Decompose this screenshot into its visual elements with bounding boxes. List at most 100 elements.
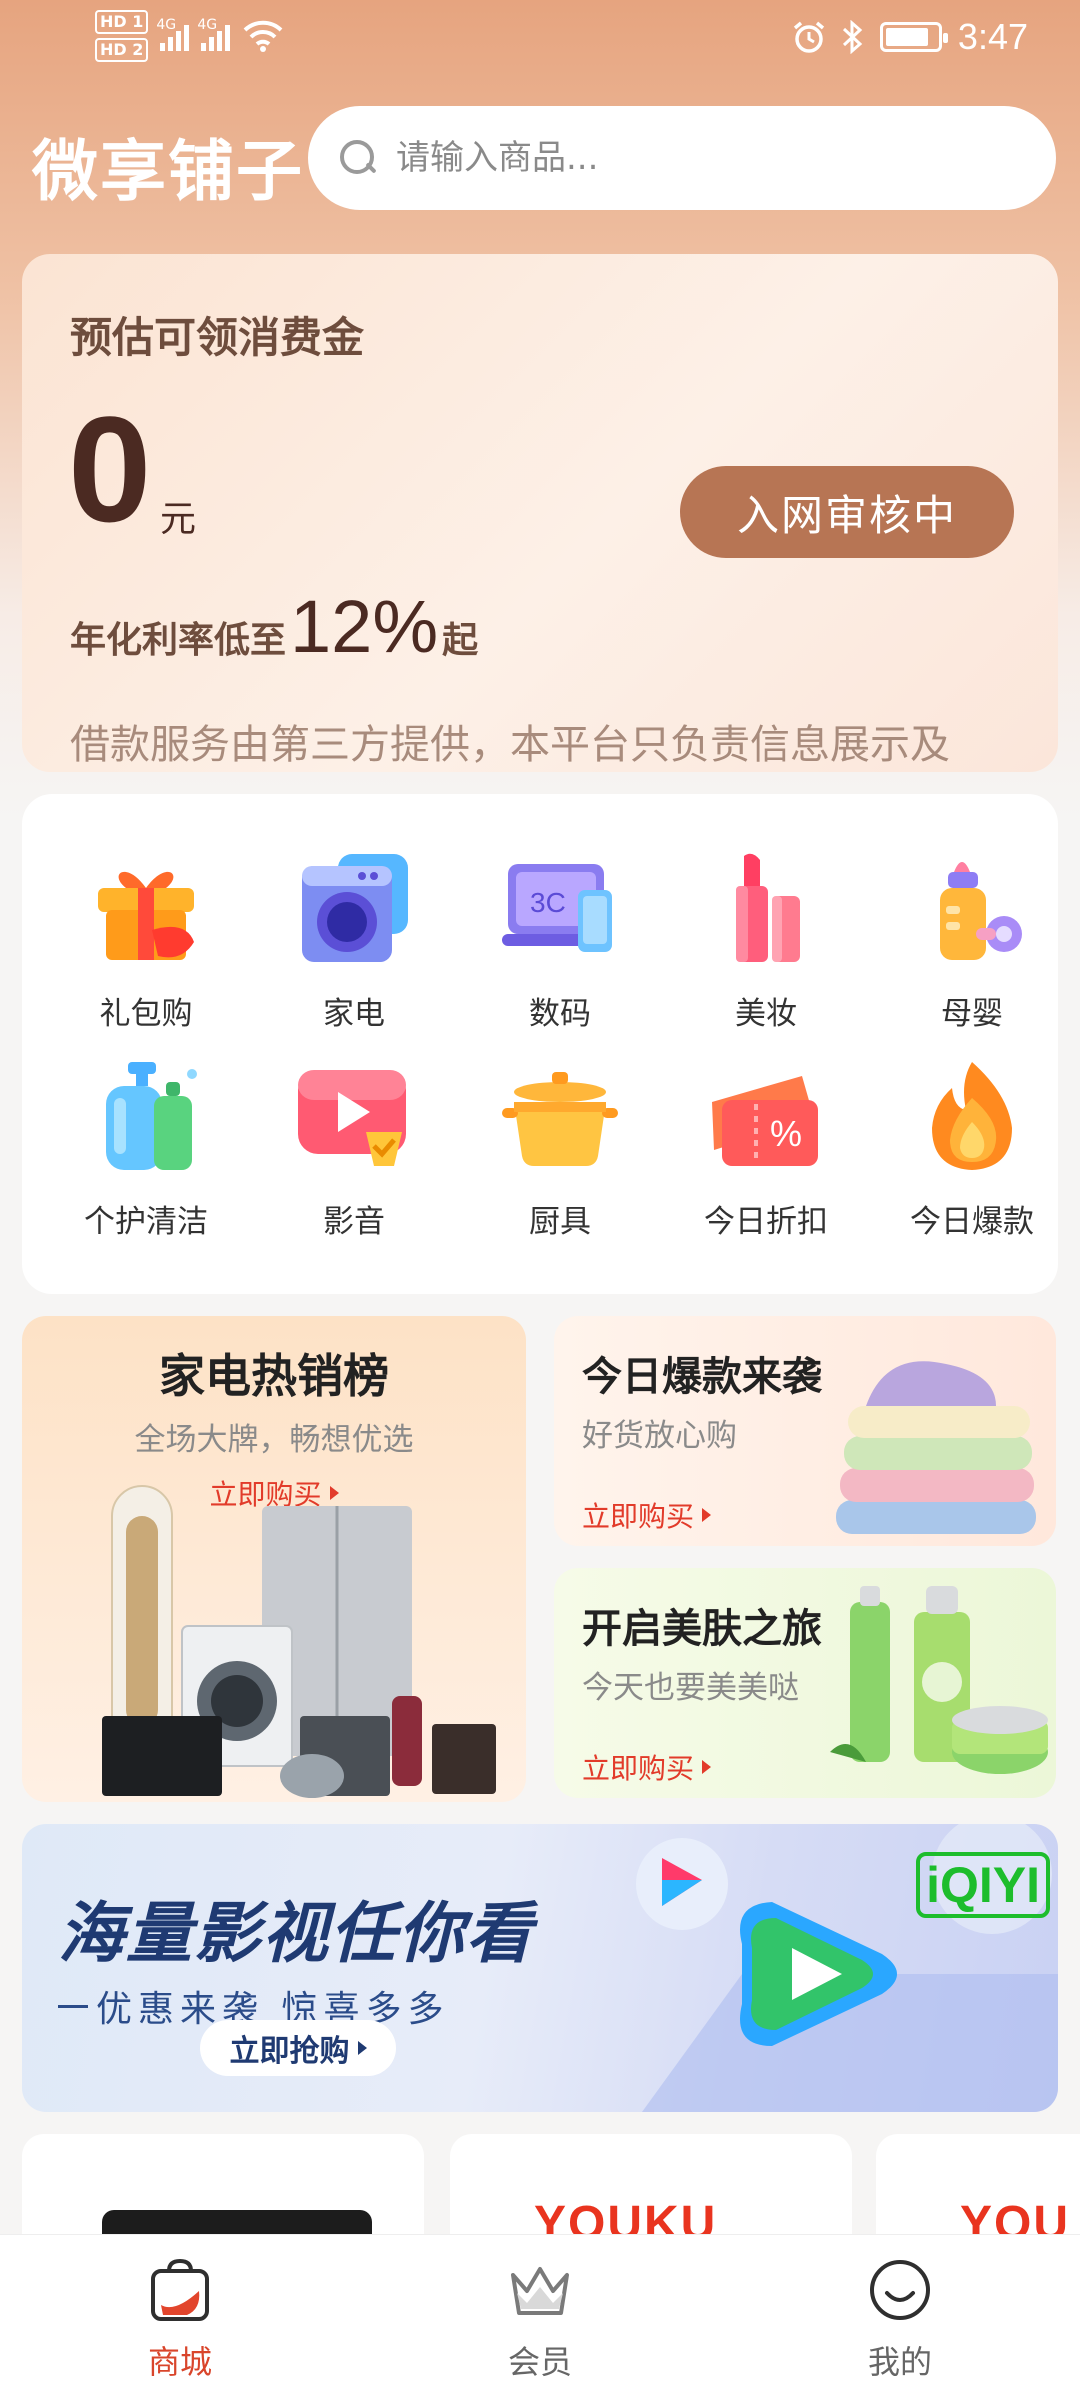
status-bar: HD 1 HD 2 4G 4G 3:47 — [0, 0, 1080, 80]
category-hot[interactable]: 今日爆款 — [872, 1058, 1072, 1258]
baby-bottle-icon — [940, 862, 1022, 960]
rate-prefix: 年化利率低至 — [70, 620, 287, 661]
category-media[interactable]: 影音 — [254, 1058, 454, 1258]
gift-icon — [98, 871, 194, 960]
category-label: 厨具 — [529, 1204, 591, 1240]
brand-row: YOUKU YOU — [0, 2134, 1080, 2274]
sim-indicators: HD 1 HD 2 — [95, 10, 149, 62]
wifi-icon — [243, 20, 283, 52]
smile-face-icon — [870, 2260, 930, 2320]
washing-machine-icon — [302, 854, 408, 962]
promo-subtitle: 今天也要美美哒 — [582, 1670, 799, 1706]
sim2-badge: HD 2 — [95, 38, 149, 62]
cta-label: 立即购买 — [582, 1500, 695, 1533]
cleaning-bottle-icon — [106, 1062, 197, 1170]
towels-image — [836, 1361, 1036, 1534]
promo-hot-text: 今日爆款来袭 好货放心购 立即购买 — [582, 1344, 822, 1535]
status-left: HD 1 HD 2 4G 4G — [95, 10, 284, 62]
video-membership-banner[interactable]: 海量影视任你看 优惠来袭 惊喜多多 立即抢购 iQIYI — [22, 1824, 1058, 2112]
category-grid: 礼包购 家电 3C 数码 美妆 母婴 个护清洁 影音 厨具 % 今日折扣 今日爆… — [22, 794, 1058, 1294]
skincare-image — [830, 1586, 1048, 1774]
credit-unit: 元 — [160, 499, 197, 540]
video-banner-title: 海量影视任你看 — [58, 1895, 534, 1972]
video-play-icon — [298, 1070, 406, 1166]
rate-value: 12% — [290, 585, 439, 668]
arrow-right-icon — [702, 1760, 712, 1774]
buy-now-link[interactable]: 立即购买 — [582, 1495, 822, 1535]
arrow-right-icon — [702, 1508, 712, 1522]
signal-icon-2: 4G — [197, 17, 231, 51]
promo-subtitle: 全场大牌，畅想优选 — [134, 1422, 414, 1458]
tab-label: 会员 — [507, 2343, 572, 2381]
category-digital[interactable]: 3C 数码 — [460, 850, 660, 1050]
category-label: 母婴 — [941, 996, 1003, 1032]
flame-icon — [932, 1062, 1012, 1170]
svg-text:%: % — [770, 1113, 802, 1154]
promo-skincare[interactable]: 开启美肤之旅 今天也要美美哒 立即购买 — [554, 1568, 1056, 1798]
credit-amount: 0 — [68, 385, 152, 553]
credit-card[interactable]: 预估可领消费金 0 元 入网审核中 年化利率低至 12% 起 借款服务由第三方提… — [22, 254, 1058, 772]
svg-text:3C: 3C — [530, 887, 566, 918]
cta-label: 立即购买 — [582, 1752, 695, 1785]
category-kitchen[interactable]: 厨具 — [460, 1058, 660, 1258]
tab-shop[interactable]: 商城 — [80, 2257, 280, 2383]
discount-ticket-icon: % — [712, 1076, 818, 1166]
battery-icon — [879, 22, 948, 52]
search-icon — [338, 138, 378, 178]
tab-label: 商城 — [147, 2343, 212, 2381]
alarm-icon — [793, 21, 825, 53]
tab-label: 我的 — [867, 2343, 932, 2381]
search-input[interactable] — [396, 138, 996, 178]
category-label: 影音 — [323, 1204, 385, 1240]
category-label: 今日折扣 — [704, 1204, 828, 1240]
category-label: 今日爆款 — [910, 1204, 1034, 1240]
cta-label: 立即抢购 — [229, 2034, 350, 2069]
credit-title: 预估可领消费金 — [70, 313, 365, 362]
clock: 3:47 — [957, 16, 1028, 57]
promo-title: 开启美肤之旅 — [582, 1606, 822, 1652]
arrow-right-icon — [357, 2041, 367, 2055]
laptop-3c-icon: 3C — [502, 864, 612, 952]
category-personal-care[interactable]: 个护清洁 — [46, 1058, 246, 1258]
category-gift[interactable]: 礼包购 — [46, 850, 246, 1050]
category-label: 美妆 — [735, 996, 797, 1032]
promo-title: 家电热销榜 — [159, 1349, 389, 1403]
battery-fill — [885, 28, 929, 46]
iqiyi-logo: iQIYI — [916, 1852, 1050, 1918]
category-label: 家电 — [323, 996, 385, 1032]
arrow-right-line-icon — [58, 2004, 88, 2008]
review-status-button[interactable]: 入网审核中 — [680, 466, 1014, 558]
search-bar[interactable] — [308, 106, 1056, 210]
rate-suffix: 起 — [442, 620, 479, 661]
category-label: 礼包购 — [99, 996, 193, 1032]
shop-bag-icon — [151, 2258, 209, 2321]
crown-icon — [511, 2267, 569, 2315]
signal-icon: 4G — [156, 17, 190, 51]
interest-rate: 年化利率低至 12% 起 — [70, 584, 478, 669]
network-type-2: 4G — [197, 17, 218, 33]
appliances-image — [102, 1485, 496, 1798]
promo-title: 今日爆款来袭 — [582, 1354, 822, 1400]
promo-hot-items[interactable]: 今日爆款来袭 好货放心购 立即购买 — [554, 1316, 1056, 1546]
status-right: 3:47 — [792, 16, 1028, 58]
app-brand-title: 微享铺子 — [32, 132, 304, 210]
network-type-1: 4G — [156, 17, 177, 33]
bottom-tab-bar: 商城 会员 我的 — [0, 2234, 1080, 2400]
promo-subtitle: 好货放心购 — [582, 1418, 737, 1454]
promo-appliance-ranking[interactable]: 家电热销榜 全场大牌，畅想优选 立即购买 — [22, 1316, 526, 1802]
bluetooth-icon — [842, 20, 863, 54]
category-baby[interactable]: 母婴 — [872, 850, 1072, 1050]
category-appliance[interactable]: 家电 — [254, 850, 454, 1050]
sim1-badge: HD 1 — [95, 10, 149, 34]
category-label: 个护清洁 — [84, 1204, 208, 1240]
category-discount[interactable]: % 今日折扣 — [666, 1058, 866, 1258]
tab-member[interactable]: 会员 — [440, 2257, 640, 2383]
grab-now-button[interactable]: 立即抢购 — [200, 2020, 396, 2076]
buy-now-link[interactable]: 立即购买 — [582, 1747, 822, 1787]
tab-profile[interactable]: 我的 — [800, 2257, 1000, 2383]
cooking-pot-icon — [502, 1072, 618, 1166]
category-beauty[interactable]: 美妆 — [666, 850, 866, 1050]
disclaimer-text: 借款服务由第三方提供，本平台只负责信息展示及 — [70, 722, 950, 768]
lipstick-icon — [736, 853, 800, 962]
category-label: 数码 — [529, 996, 591, 1032]
